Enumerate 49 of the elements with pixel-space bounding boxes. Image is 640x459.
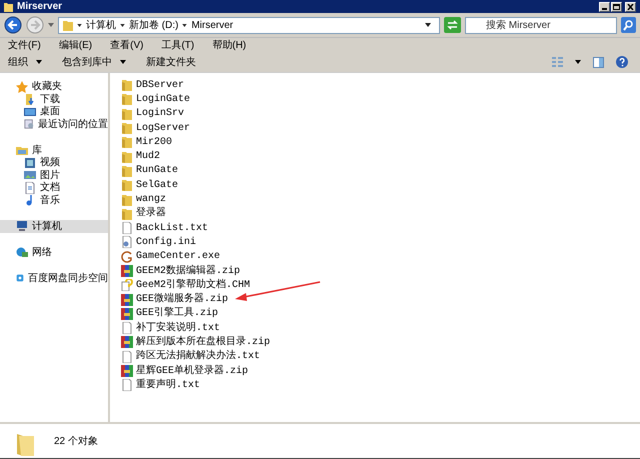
breadcrumb[interactable]: 新加卷 (D:) bbox=[129, 18, 178, 32]
nav-item[interactable]: 桌面 bbox=[0, 106, 108, 118]
file-item[interactable]: DBServer bbox=[121, 78, 640, 92]
file-item[interactable]: 星辉GEE单机登录器.zip bbox=[121, 364, 640, 378]
nav-item[interactable]: 视频 bbox=[0, 156, 108, 169]
menu-item[interactable]: 编辑(E) bbox=[58, 38, 92, 52]
file-item[interactable]: 解压到版本所在盘根目录.zip bbox=[121, 335, 640, 350]
search-field[interactable]: 搜索 Mirserver bbox=[465, 16, 617, 34]
nav-item[interactable]: 百度网盘同步空间 bbox=[0, 272, 108, 284]
file-item[interactable]: Config.ini bbox=[121, 235, 640, 250]
window-title: Mirserver bbox=[17, 2, 62, 12]
file-item[interactable]: GEE微端服务器.zip bbox=[121, 292, 640, 307]
address-bar[interactable]: 计算机 新加卷 (D:) Mirserver bbox=[58, 16, 440, 34]
breadcrumb[interactable]: Mirserver bbox=[191, 18, 234, 32]
file-item[interactable]: BackList.txt bbox=[121, 220, 640, 236]
file-item[interactable]: GameCenter.exe bbox=[121, 250, 640, 264]
file-item[interactable]: Mir200 bbox=[121, 135, 640, 150]
toolbar-button[interactable]: 新建文件夹 bbox=[146, 54, 196, 70]
file-item[interactable]: Mud2 bbox=[121, 149, 640, 164]
menu-item[interactable]: 查看(V) bbox=[110, 38, 144, 52]
file-item[interactable]: RunGate bbox=[121, 164, 640, 178]
file-item[interactable]: LoginGate bbox=[121, 92, 640, 107]
file-item[interactable]: 重要声明.txt bbox=[121, 378, 640, 393]
file-item[interactable]: LoginSrv bbox=[121, 106, 640, 121]
nav-item[interactable]: 计算机 bbox=[0, 220, 108, 232]
nav-item[interactable]: 网络 bbox=[0, 246, 108, 258]
nav-item[interactable]: 收藏夹 bbox=[0, 80, 108, 93]
toolbar-button[interactable]: 组织 bbox=[8, 54, 42, 70]
breadcrumb[interactable]: 计算机 bbox=[86, 18, 116, 32]
nav-item[interactable]: 图片 bbox=[0, 169, 108, 182]
file-item[interactable]: 补丁安装说明.txt bbox=[121, 321, 640, 336]
file-item[interactable]: wangz bbox=[121, 192, 640, 207]
menu-item[interactable]: 工具(T) bbox=[161, 38, 194, 52]
item-count: 22 个对象 bbox=[54, 434, 98, 449]
menu-item[interactable]: 帮助(H) bbox=[212, 38, 246, 52]
file-item[interactable]: LogServer bbox=[121, 120, 640, 136]
nav-item[interactable]: 最近访问的位置 bbox=[0, 118, 108, 130]
nav-item[interactable]: 文档 bbox=[0, 182, 108, 194]
file-item[interactable]: 跨区无法捐献解决办法.txt bbox=[121, 350, 640, 364]
file-item[interactable]: 登录器 bbox=[121, 206, 640, 221]
menu-item[interactable]: 文件(F) bbox=[8, 38, 41, 52]
nav-item[interactable]: 下载 bbox=[0, 93, 108, 106]
file-item[interactable]: GeeM2引擎帮助文档.CHM bbox=[121, 278, 640, 292]
file-item[interactable]: GEE引擎工具.zip bbox=[121, 306, 640, 322]
file-item[interactable]: SelGate bbox=[121, 178, 640, 192]
file-item[interactable]: GEEM2数据编辑器.zip bbox=[121, 264, 640, 278]
toolbar-button[interactable]: 包含到库中 bbox=[62, 54, 126, 70]
nav-item[interactable]: 库 bbox=[0, 144, 108, 156]
nav-item[interactable]: 音乐 bbox=[0, 194, 108, 206]
